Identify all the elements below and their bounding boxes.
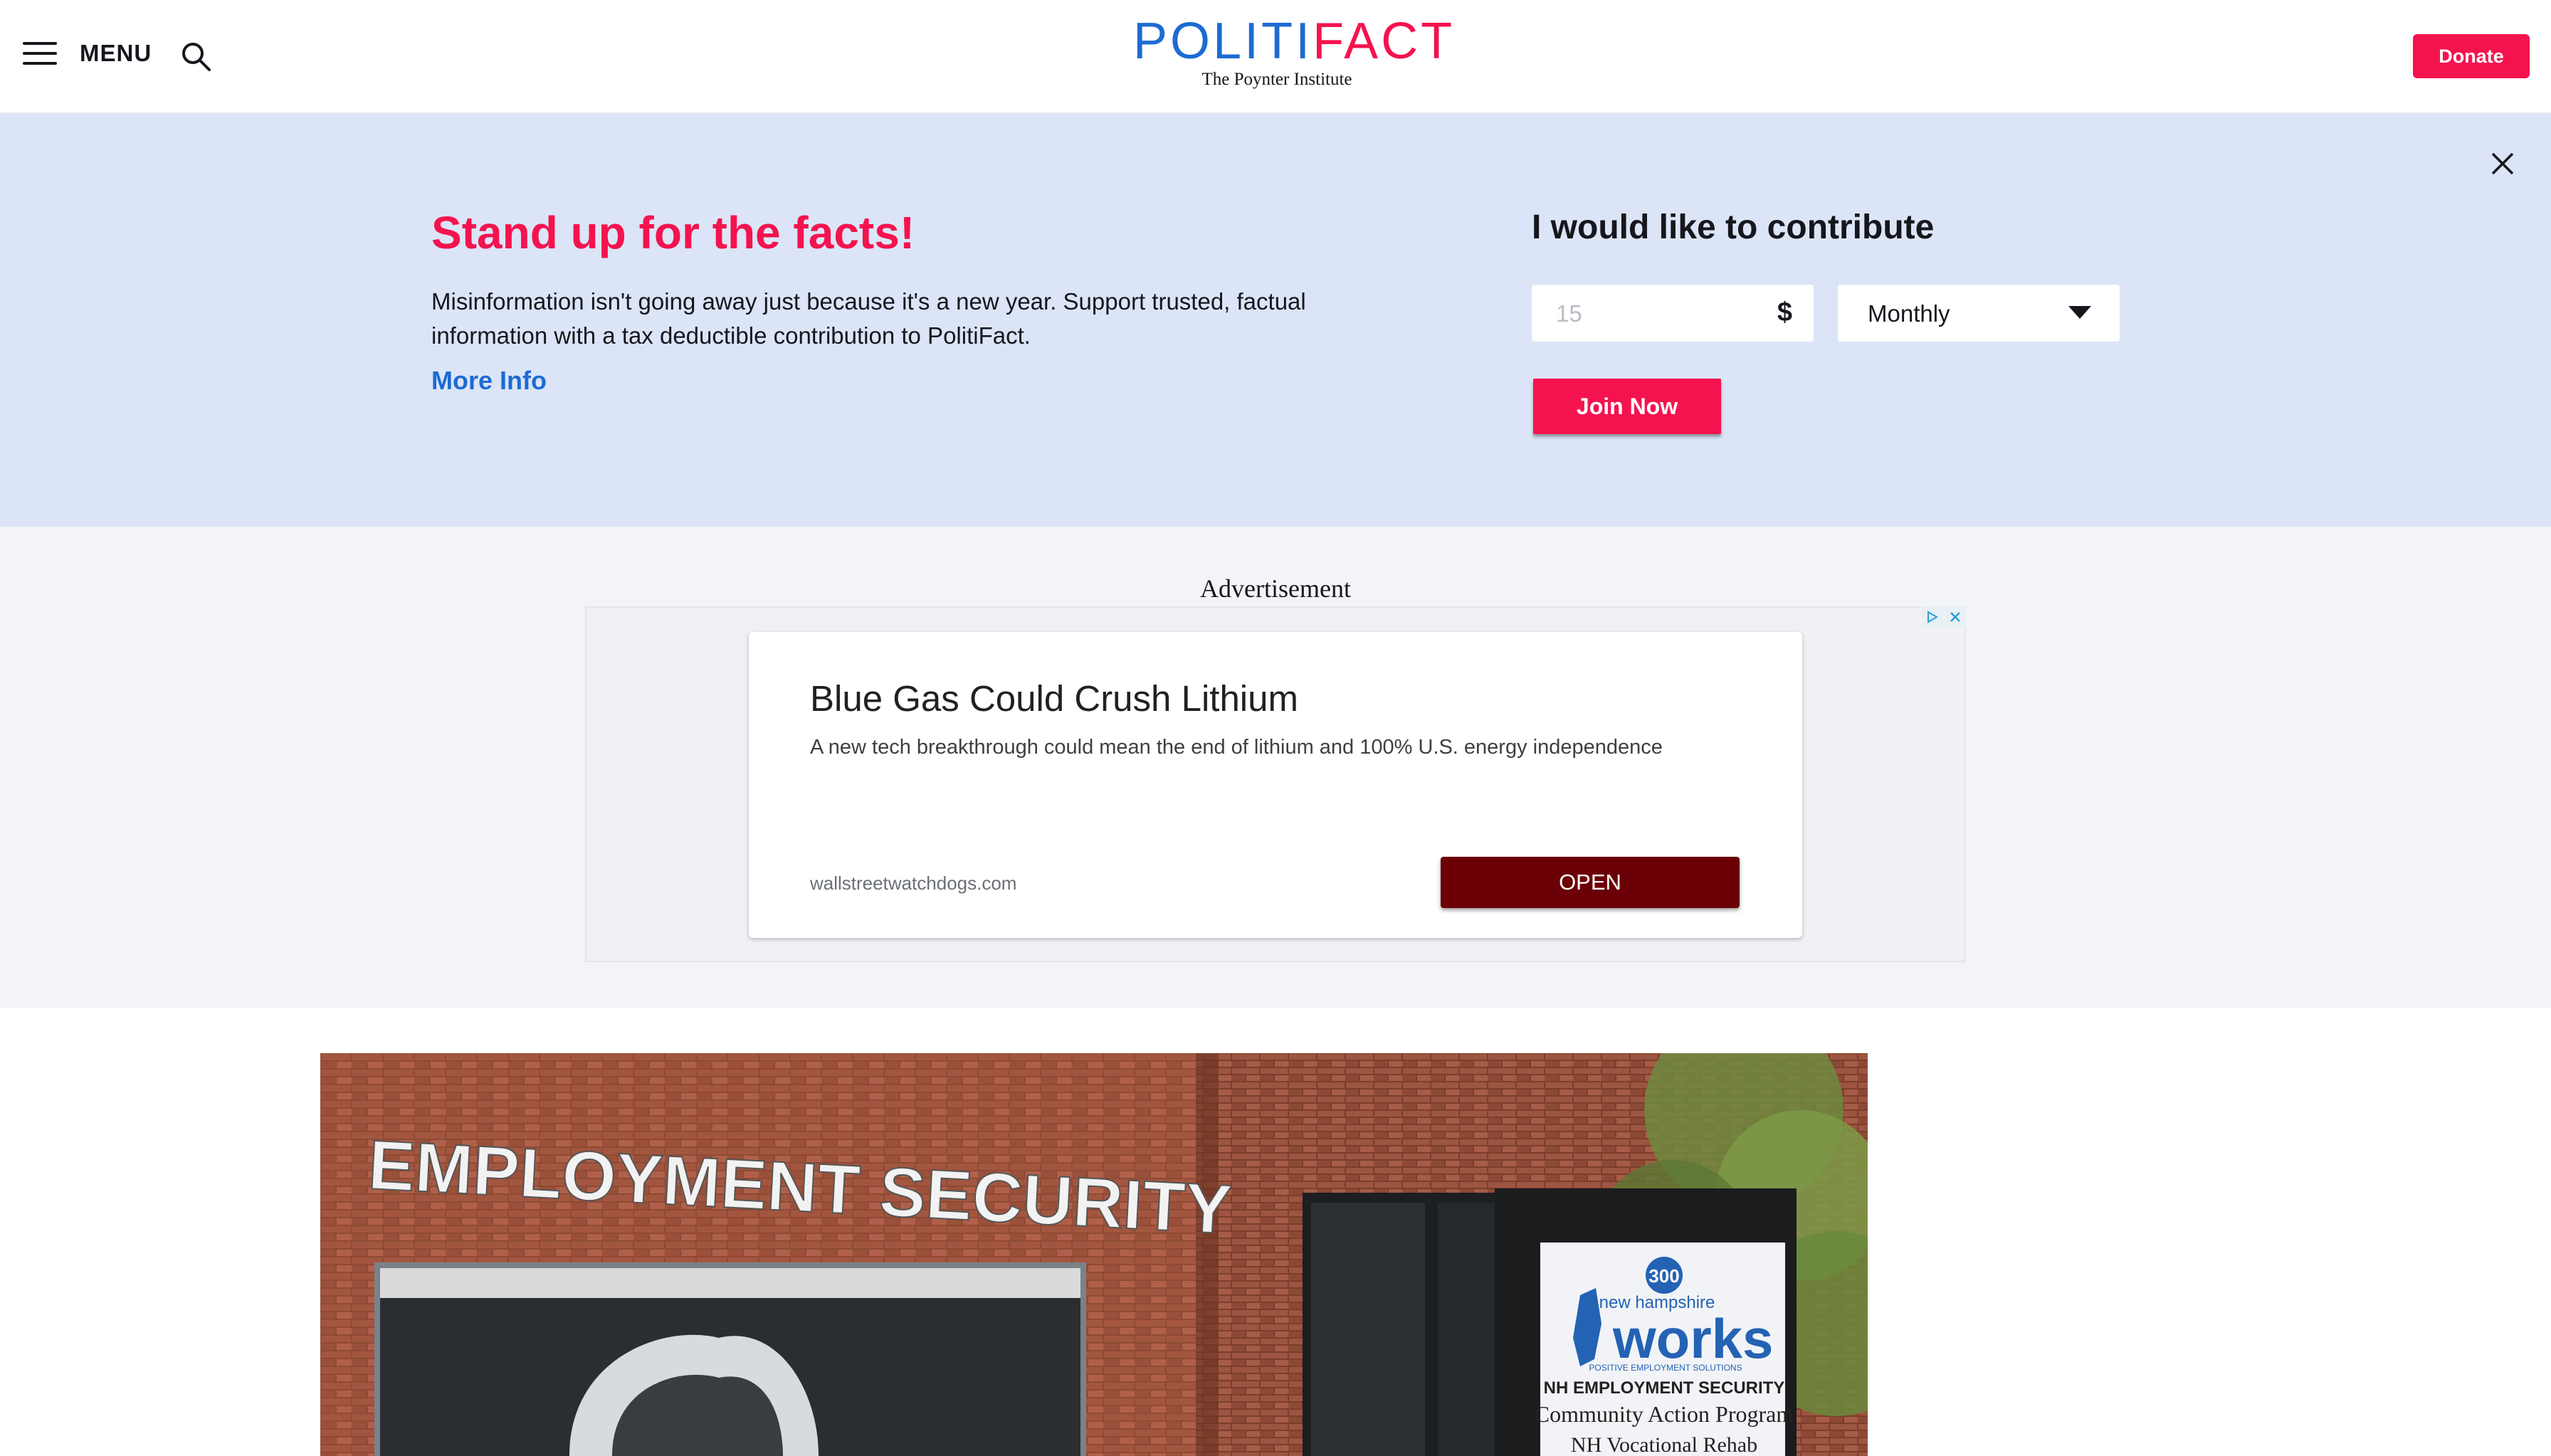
ad-close-icon[interactable] xyxy=(1945,606,1966,628)
logo-check-o: O xyxy=(1170,13,1214,70)
svg-text:POSITIVE EMPLOYMENT SOLUTIONS: POSITIVE EMPLOYMENT SOLUTIONS xyxy=(1589,1363,1742,1373)
search-icon[interactable] xyxy=(181,41,212,73)
ad-open-button[interactable]: OPEN xyxy=(1441,857,1740,908)
ad-domain[interactable]: wallstreetwatchdogs.com xyxy=(810,872,1016,895)
hamburger-icon[interactable] xyxy=(23,42,57,65)
contribute-title: I would like to contribute xyxy=(1532,209,1935,246)
svg-text:works: works xyxy=(1612,1307,1773,1370)
adchoices-icon[interactable] xyxy=(1922,606,1943,628)
donate-button[interactable]: Donate xyxy=(2413,34,2530,78)
site-header: MENU POLITIFACT The Poynter Institute Do… xyxy=(0,0,2551,114)
close-icon[interactable] xyxy=(2490,151,2515,176)
banner-description: Misinformation isn't going away just bec… xyxy=(431,288,1306,349)
svg-text:300: 300 xyxy=(1648,1265,1679,1287)
politifact-logo[interactable]: POLITIFACT The Poynter Institute xyxy=(1133,13,1452,90)
ad-body[interactable]: A new tech breakthrough could mean the e… xyxy=(810,736,1663,759)
svg-text:Community Action Program: Community Action Program xyxy=(1535,1401,1794,1427)
menu-button[interactable]: MENU xyxy=(23,40,152,67)
join-now-button[interactable]: Join Now xyxy=(1533,379,1721,434)
menu-label[interactable]: MENU xyxy=(80,40,152,67)
dollar-icon: $ xyxy=(1777,297,1792,327)
advertisement-label: Advertisement xyxy=(1200,574,1351,603)
adchoices-badge[interactable] xyxy=(1922,606,1966,628)
frequency-select[interactable]: Monthly xyxy=(1838,285,2120,342)
article-hero-image[interactable]: EMPLOYMENT SECURITY 300 new hampshire wo… xyxy=(320,1053,1868,1456)
logo-letter-p: P xyxy=(1133,13,1171,70)
chevron-down-icon xyxy=(2068,306,2091,319)
amount-field[interactable]: $ xyxy=(1532,285,1814,343)
logo-politi: LITI xyxy=(1213,13,1313,70)
logo-fact: FACT xyxy=(1313,13,1456,70)
ad-headline[interactable]: Blue Gas Could Crush Lithium xyxy=(810,677,1298,719)
logo-wordmark[interactable]: POLITIFACT xyxy=(1133,13,1452,70)
svg-text:NH EMPLOYMENT SECURITY: NH EMPLOYMENT SECURITY xyxy=(1544,1378,1785,1398)
frequency-value: Monthly xyxy=(1868,300,1950,327)
svg-text:NH Vocational Rehab: NH Vocational Rehab xyxy=(1571,1433,1757,1456)
logo-subtitle: The Poynter Institute xyxy=(1201,70,1352,89)
amount-input[interactable] xyxy=(1532,285,1785,343)
banner-title: Stand up for the facts! xyxy=(431,207,915,258)
more-info-link[interactable]: More Info xyxy=(431,366,547,396)
employment-security-photo: EMPLOYMENT SECURITY 300 new hampshire wo… xyxy=(320,1053,1868,1456)
